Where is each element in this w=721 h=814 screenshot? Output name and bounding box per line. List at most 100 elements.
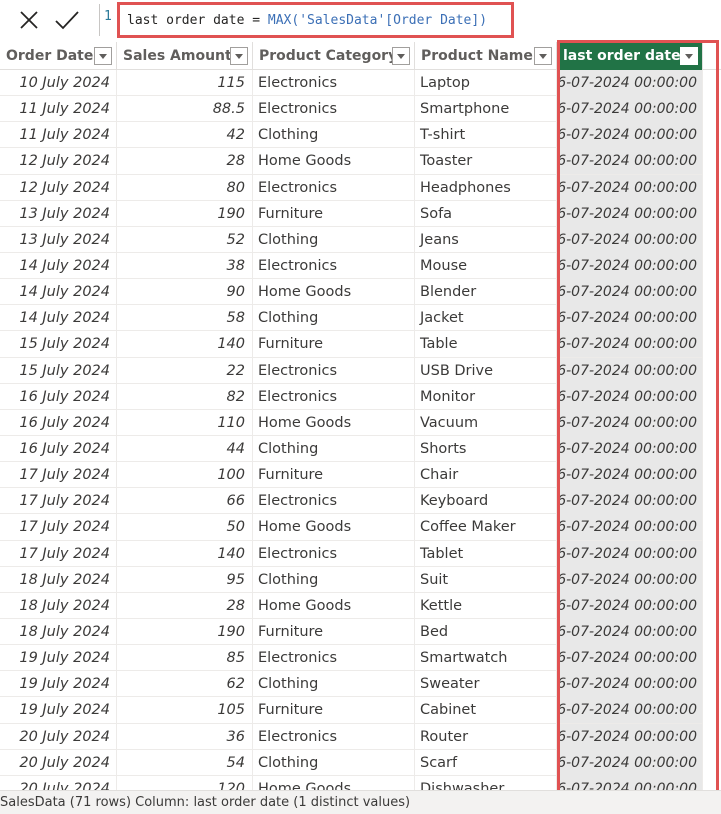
product-category-cell[interactable]: Electronics: [253, 252, 415, 279]
table-row[interactable]: 14 July 2024 58 Clothing Jacket 26-07-2024 0…: [0, 305, 721, 332]
order-date-cell[interactable]: 18 July 2024: [0, 566, 117, 593]
product-category-cell[interactable]: Furniture: [253, 697, 415, 724]
product-name-cell[interactable]: Coffee Maker: [415, 514, 557, 541]
table-row[interactable]: 12 July 2024 28 Home Goods Toaster 26-07-202…: [0, 148, 721, 175]
product-category-cell[interactable]: Electronics: [253, 70, 415, 96]
last-order-date-cell[interactable]: 26-07-2024 00:00:00: [557, 96, 703, 123]
product-category-cell[interactable]: Electronics: [253, 383, 415, 410]
order-date-cell[interactable]: 14 July 2024: [0, 305, 117, 332]
order-date-cell[interactable]: 20 July 2024: [0, 749, 117, 776]
product-name-cell[interactable]: Dishwasher: [415, 775, 557, 790]
order-date-cell[interactable]: 10 July 2024: [0, 70, 117, 96]
order-date-cell[interactable]: 16 July 2024: [0, 409, 117, 436]
last-order-date-cell[interactable]: 26-07-2024 00:00:00: [557, 462, 703, 489]
order-date-cell[interactable]: 17 July 2024: [0, 514, 117, 541]
last-order-date-cell[interactable]: 26-07-2024 00:00:00: [557, 435, 703, 462]
order-date-cell[interactable]: 13 July 2024: [0, 226, 117, 253]
table-row[interactable]: 19 July 2024 105 Furniture Cabinet 26-07-202…: [0, 697, 721, 724]
table-row[interactable]: 18 July 2024 190 Furniture Bed 26-07-2024 00…: [0, 618, 721, 646]
sales-amount-cell[interactable]: 38: [117, 252, 253, 279]
sales-amount-cell[interactable]: 62: [117, 671, 253, 698]
product-name-cell[interactable]: Jacket: [415, 305, 557, 332]
column-header-product-category[interactable]: Product Category: [253, 42, 415, 70]
sales-amount-cell[interactable]: 110: [117, 409, 253, 436]
last-order-date-cell[interactable]: 26-07-2024 00:00:00: [557, 592, 703, 619]
sales-amount-cell[interactable]: 88.5: [117, 96, 253, 123]
order-date-cell[interactable]: 14 July 2024: [0, 279, 117, 306]
product-category-cell[interactable]: Furniture: [253, 331, 415, 358]
product-category-cell[interactable]: Electronics: [253, 174, 415, 201]
table-row[interactable]: 14 July 2024 90 Home Goods Blender 26-07-202…: [0, 279, 721, 306]
product-category-cell[interactable]: Furniture: [253, 200, 415, 227]
order-date-cell[interactable]: 17 July 2024: [0, 488, 117, 515]
product-category-cell[interactable]: Clothing: [253, 305, 415, 332]
last-order-date-cell[interactable]: 26-07-2024 00:00:00: [557, 148, 703, 175]
order-date-cell[interactable]: 20 July 2024: [0, 723, 117, 750]
product-name-cell[interactable]: Router: [415, 723, 557, 750]
table-row[interactable]: 20 July 2024 36 Electronics Router 26-07-202…: [0, 723, 721, 750]
last-order-date-cell[interactable]: 26-07-2024 00:00:00: [557, 70, 703, 96]
order-date-cell[interactable]: 19 July 2024: [0, 671, 117, 698]
cancel-formula-button[interactable]: [14, 6, 44, 34]
product-name-cell[interactable]: Suit: [415, 566, 557, 593]
order-date-cell[interactable]: 11 July 2024: [0, 96, 117, 123]
last-order-date-cell[interactable]: 26-07-2024 00:00:00: [557, 331, 703, 358]
order-date-cell[interactable]: 16 July 2024: [0, 435, 117, 462]
table-row[interactable]: 17 July 2024 100 Furniture Chair 26-07-2024 …: [0, 462, 721, 489]
sales-amount-cell[interactable]: 54: [117, 749, 253, 776]
sales-amount-cell[interactable]: 28: [117, 592, 253, 619]
order-date-cell[interactable]: 17 July 2024: [0, 462, 117, 489]
last-order-date-cell[interactable]: 26-07-2024 00:00:00: [557, 723, 703, 750]
product-category-cell[interactable]: Home Goods: [253, 592, 415, 619]
table-row[interactable]: 13 July 2024 190 Furniture Sofa 26-07-2024 0…: [0, 200, 721, 227]
product-category-cell[interactable]: Clothing: [253, 671, 415, 698]
last-order-date-cell[interactable]: 26-07-2024 00:00:00: [557, 540, 703, 567]
table-row[interactable]: 12 July 2024 80 Electronics Headphones 26-07…: [0, 174, 721, 201]
product-name-cell[interactable]: Scarf: [415, 749, 557, 776]
product-name-cell[interactable]: Shorts: [415, 435, 557, 462]
last-order-date-cell[interactable]: 26-07-2024 00:00:00: [557, 174, 703, 201]
product-name-cell[interactable]: T-shirt: [415, 122, 557, 149]
product-category-cell[interactable]: Clothing: [253, 226, 415, 253]
product-category-cell[interactable]: Home Goods: [253, 514, 415, 541]
table-row[interactable]: 17 July 2024 66 Electronics Keyboard 26-07-2…: [0, 488, 721, 515]
table-row[interactable]: 18 July 2024 95 Clothing Suit 26-07-2024 00:…: [0, 566, 721, 593]
table-row[interactable]: 11 July 2024 88.5 Electronics Smartphone 26-…: [0, 96, 721, 123]
sales-amount-cell[interactable]: 58: [117, 305, 253, 332]
last-order-date-cell[interactable]: 26-07-2024 00:00:00: [557, 122, 703, 149]
product-name-cell[interactable]: Cabinet: [415, 697, 557, 724]
sales-amount-cell[interactable]: 28: [117, 148, 253, 175]
vertical-scrollbar[interactable]: [703, 70, 721, 790]
sales-amount-cell[interactable]: 95: [117, 566, 253, 593]
table-row[interactable]: 19 July 2024 62 Clothing Sweater 26-07-2024 …: [0, 671, 721, 698]
product-name-cell[interactable]: Smartwatch: [415, 645, 557, 672]
last-order-date-cell[interactable]: 26-07-2024 00:00:00: [557, 775, 703, 790]
table-row[interactable]: 17 July 2024 50 Home Goods Coffee Maker 26-0…: [0, 514, 721, 541]
order-date-cell[interactable]: 18 July 2024: [0, 618, 117, 645]
sales-amount-cell[interactable]: 100: [117, 462, 253, 489]
filter-dropdown-icon[interactable]: [230, 47, 248, 65]
table-row[interactable]: 16 July 2024 44 Clothing Shorts 26-07-2024 0…: [0, 435, 721, 463]
table-row[interactable]: 15 July 2024 140 Furniture Table 26-07-2024 …: [0, 331, 721, 358]
filter-dropdown-icon[interactable]: [534, 47, 552, 65]
product-name-cell[interactable]: Sweater: [415, 671, 557, 698]
order-date-cell[interactable]: 12 July 2024: [0, 174, 117, 201]
table-row[interactable]: 13 July 2024 52 Clothing Jeans 26-07-2024 00…: [0, 226, 721, 253]
sales-amount-cell[interactable]: 80: [117, 174, 253, 201]
product-category-cell[interactable]: Home Goods: [253, 148, 415, 175]
product-category-cell[interactable]: Electronics: [253, 96, 415, 123]
column-header-product-name[interactable]: Product Name: [415, 42, 557, 70]
product-name-cell[interactable]: Sofa: [415, 200, 557, 227]
last-order-date-cell[interactable]: 26-07-2024 00:00:00: [557, 383, 703, 410]
sales-amount-cell[interactable]: 82: [117, 383, 253, 410]
product-name-cell[interactable]: Headphones: [415, 174, 557, 201]
filter-dropdown-icon[interactable]: [680, 47, 698, 65]
order-date-cell[interactable]: 18 July 2024: [0, 592, 117, 619]
sales-amount-cell[interactable]: 115: [117, 70, 253, 96]
sales-amount-cell[interactable]: 140: [117, 540, 253, 567]
order-date-cell[interactable]: 20 July 2024: [0, 775, 117, 790]
product-name-cell[interactable]: Jeans: [415, 226, 557, 253]
order-date-cell[interactable]: 17 July 2024: [0, 540, 117, 567]
last-order-date-cell[interactable]: 26-07-2024 00:00:00: [557, 357, 703, 384]
last-order-date-cell[interactable]: 26-07-2024 00:00:00: [557, 514, 703, 541]
